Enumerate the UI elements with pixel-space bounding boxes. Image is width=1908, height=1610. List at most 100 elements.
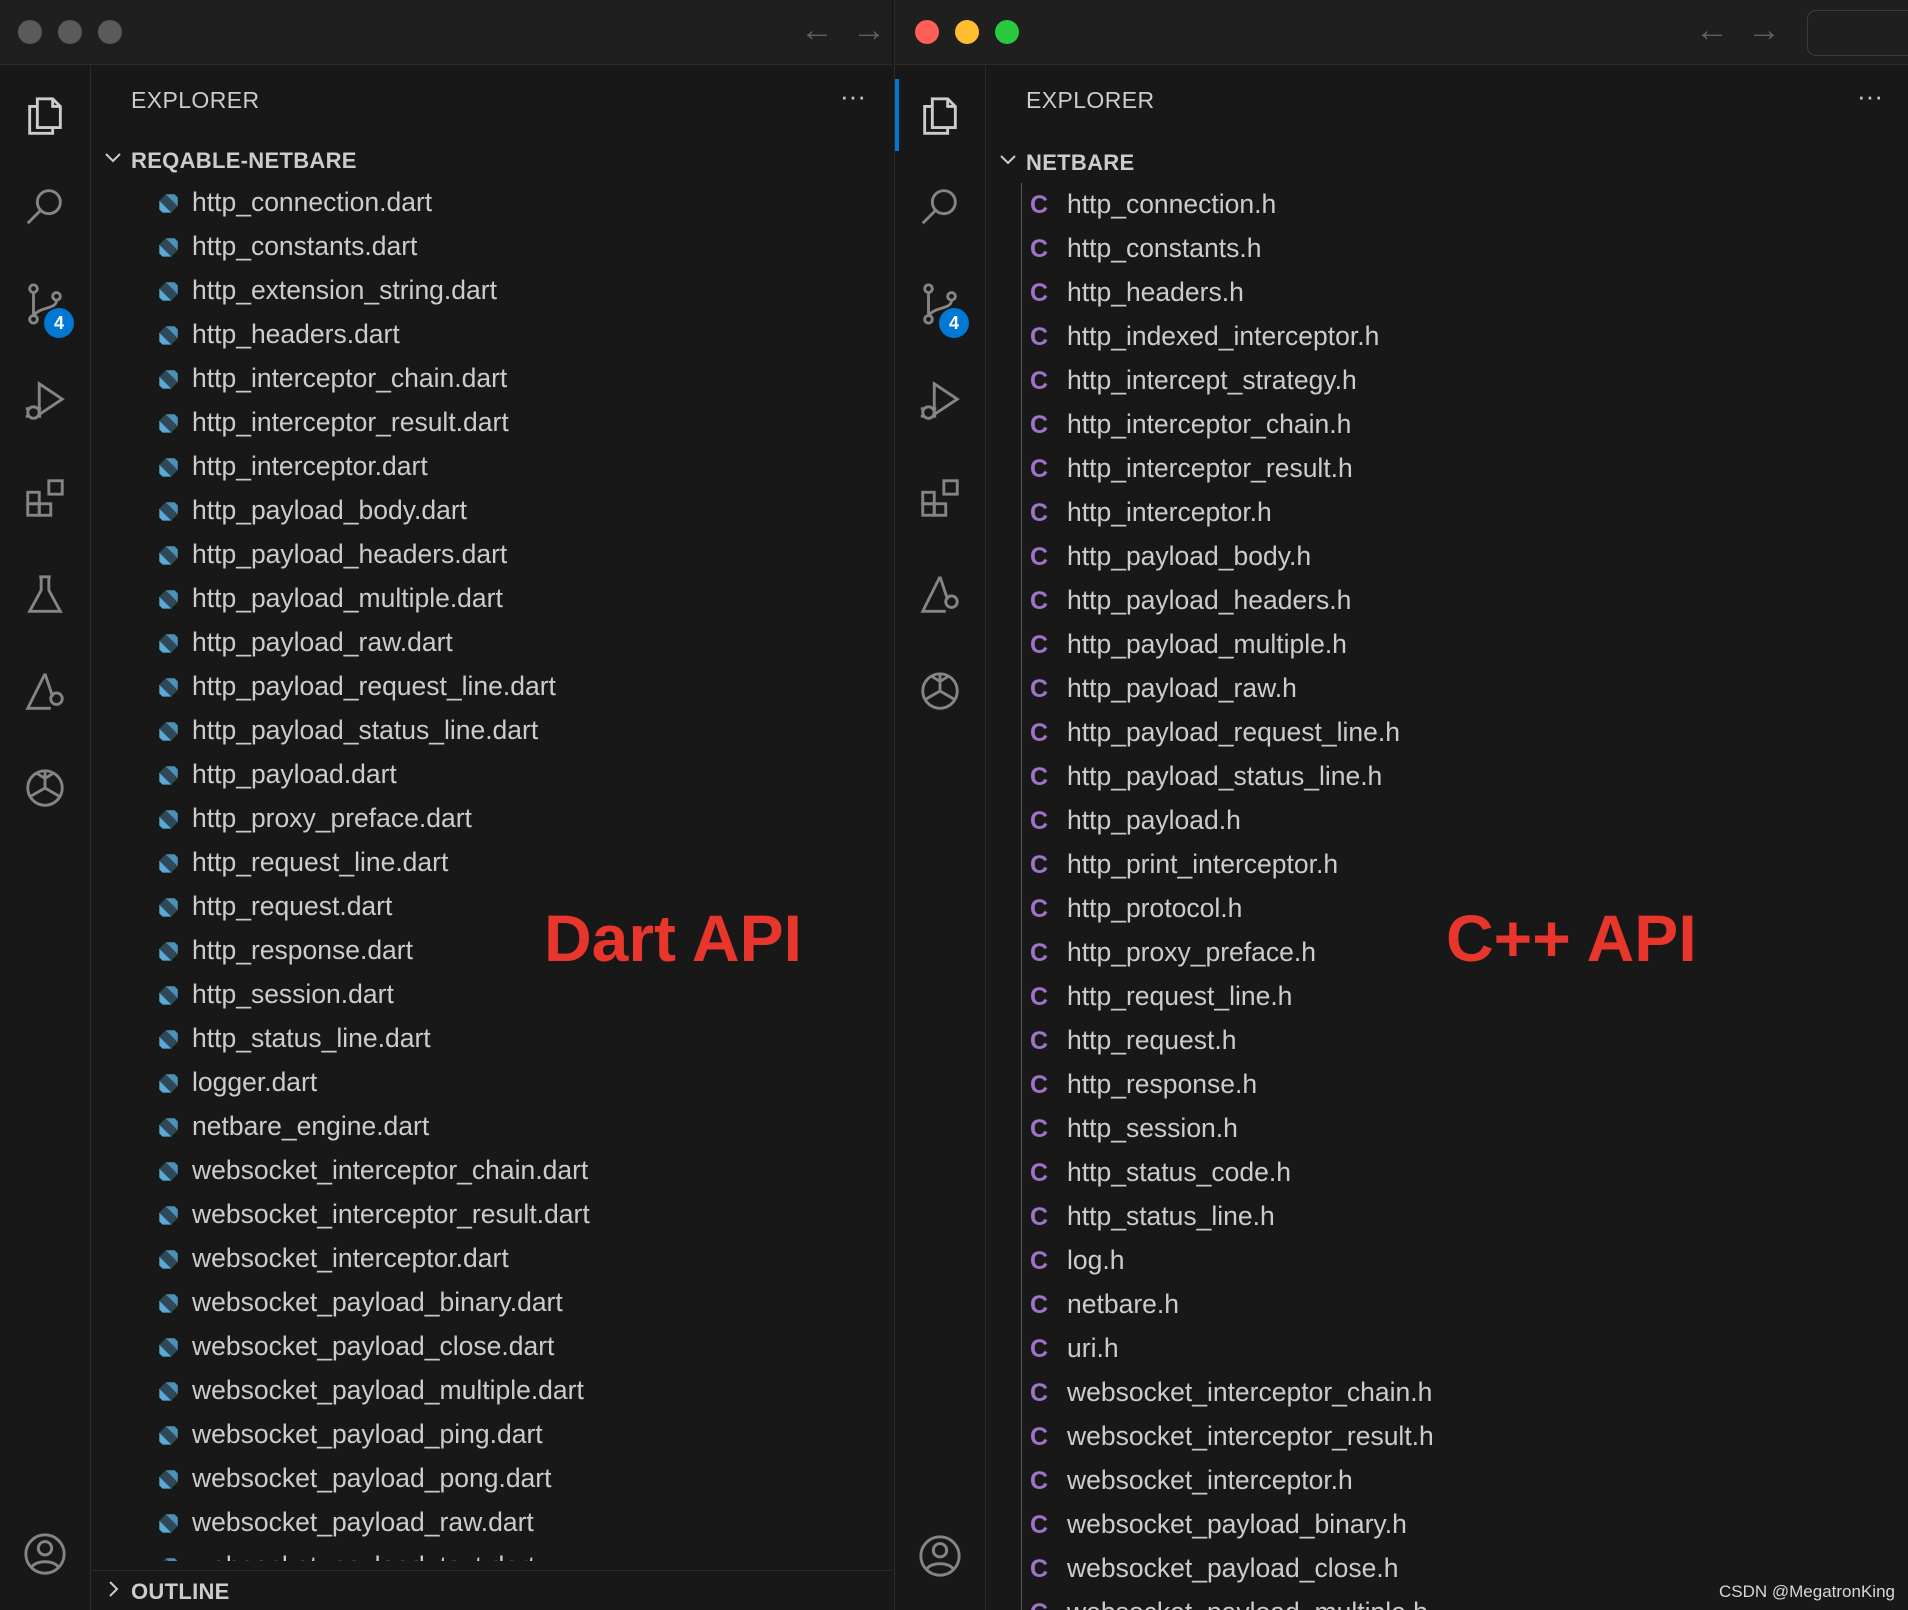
file-item[interactable]: Cwebsocket_interceptor_chain.h: [986, 1371, 1908, 1415]
file-item[interactable]: http_payload_headers.dart: [91, 533, 892, 577]
explorer-activity-button[interactable]: [0, 75, 90, 155]
file-item[interactable]: websocket_interceptor_chain.dart: [91, 1149, 892, 1193]
explorer-activity-button[interactable]: [895, 75, 985, 155]
file-item[interactable]: http_interceptor_result.dart: [91, 401, 892, 445]
minimize-window-button[interactable]: [955, 20, 979, 44]
extensions-activity-button[interactable]: [0, 457, 90, 537]
command-center[interactable]: [1807, 10, 1908, 56]
file-item[interactable]: websocket_payload_ping.dart: [91, 1413, 892, 1457]
file-item[interactable]: http_extension_string.dart: [91, 269, 892, 313]
dart-icon: [159, 238, 178, 257]
file-item[interactable]: Chttp_interceptor_result.h: [986, 447, 1908, 491]
file-item[interactable]: Cnetbare.h: [986, 1283, 1908, 1327]
extensions-activity-button[interactable]: [895, 457, 985, 537]
file-item[interactable]: Clog.h: [986, 1239, 1908, 1283]
search-activity-button[interactable]: [0, 165, 90, 245]
chatgpt-activity-button[interactable]: [895, 650, 985, 730]
file-item[interactable]: http_status_line.dart: [91, 1017, 892, 1061]
file-item[interactable]: Chttp_payload_raw.h: [986, 667, 1908, 711]
copilot-activity-button[interactable]: [0, 650, 90, 730]
file-item[interactable]: http_interceptor.dart: [91, 445, 892, 489]
file-item[interactable]: Chttp_interceptor.h: [986, 491, 1908, 535]
more-actions-icon[interactable]: ···: [840, 81, 866, 112]
file-item[interactable]: Chttp_request.h: [986, 1019, 1908, 1063]
arrow-left-icon[interactable]: ←: [1695, 10, 1729, 50]
file-item[interactable]: Cwebsocket_interceptor.h: [986, 1459, 1908, 1503]
file-item[interactable]: http_payload_multiple.dart: [91, 577, 892, 621]
file-name: http_payload_status_line.h: [1067, 761, 1383, 791]
vscode-window-left: ← → 4 EXPLORER ··· REQABLE-NETBARE http_…: [0, 0, 892, 1610]
file-item[interactable]: Chttp_session.h: [986, 1107, 1908, 1151]
file-item[interactable]: Chttp_status_code.h: [986, 1151, 1908, 1195]
file-name: websocket_payload_text.dart: [192, 1551, 535, 1561]
file-item[interactable]: Cwebsocket_payload_binary.h: [986, 1503, 1908, 1547]
close-window-button[interactable]: [915, 20, 939, 44]
file-item[interactable]: netbare_engine.dart: [91, 1105, 892, 1149]
file-item[interactable]: http_payload_body.dart: [91, 489, 892, 533]
maximize-window-button[interactable]: [995, 20, 1019, 44]
file-item[interactable]: websocket_payload_raw.dart: [91, 1501, 892, 1545]
minimize-window-button[interactable]: [58, 20, 82, 44]
file-item[interactable]: Chttp_payload_request_line.h: [986, 711, 1908, 755]
file-item[interactable]: Chttp_request_line.h: [986, 975, 1908, 1019]
file-item[interactable]: Chttp_indexed_interceptor.h: [986, 315, 1908, 359]
run-debug-activity-button[interactable]: [895, 360, 985, 440]
accounts-activity-button[interactable]: [895, 1515, 985, 1595]
file-item[interactable]: Cwebsocket_interceptor_result.h: [986, 1415, 1908, 1459]
file-item[interactable]: websocket_payload_multiple.dart: [91, 1369, 892, 1413]
file-item[interactable]: http_proxy_preface.dart: [91, 797, 892, 841]
cpp-api-annotation: C++ API: [1446, 901, 1697, 975]
file-item[interactable]: http_request_line.dart: [91, 841, 892, 885]
file-item[interactable]: http_constants.dart: [91, 225, 892, 269]
search-activity-button[interactable]: [895, 165, 985, 245]
arrow-right-icon[interactable]: →: [852, 10, 886, 50]
source-control-activity-button[interactable]: 4: [895, 263, 985, 343]
file-item[interactable]: Chttp_payload_status_line.h: [986, 755, 1908, 799]
chatgpt-activity-button[interactable]: [0, 747, 90, 827]
file-item[interactable]: Chttp_payload_headers.h: [986, 579, 1908, 623]
file-item[interactable]: http_headers.dart: [91, 313, 892, 357]
arrow-left-icon[interactable]: ←: [800, 10, 834, 50]
file-item[interactable]: Chttp_payload.h: [986, 799, 1908, 843]
file-item[interactable]: logger.dart: [91, 1061, 892, 1105]
file-name: http_connection.dart: [192, 187, 433, 217]
file-item[interactable]: http_payload_status_line.dart: [91, 709, 892, 753]
file-item[interactable]: Chttp_headers.h: [986, 271, 1908, 315]
arrow-right-icon[interactable]: →: [1747, 10, 1781, 50]
file-item[interactable]: Chttp_response.h: [986, 1063, 1908, 1107]
file-item[interactable]: Chttp_connection.h: [986, 183, 1908, 227]
file-item[interactable]: Chttp_print_interceptor.h: [986, 843, 1908, 887]
file-item[interactable]: Chttp_payload_body.h: [986, 535, 1908, 579]
copilot-activity-button[interactable]: [895, 553, 985, 633]
file-item[interactable]: Chttp_status_line.h: [986, 1195, 1908, 1239]
folder-section-header[interactable]: NETBARE: [986, 142, 1908, 182]
file-item[interactable]: websocket_payload_pong.dart: [91, 1457, 892, 1501]
file-item[interactable]: http_connection.dart: [91, 181, 892, 225]
file-item[interactable]: http_payload_request_line.dart: [91, 665, 892, 709]
folder-section-header[interactable]: REQABLE-NETBARE: [91, 140, 892, 180]
file-item[interactable]: Chttp_interceptor_chain.h: [986, 403, 1908, 447]
run-debug-activity-button[interactable]: [0, 360, 90, 440]
close-window-button[interactable]: [18, 20, 42, 44]
accounts-activity-button[interactable]: [0, 1513, 90, 1593]
file-item[interactable]: http_session.dart: [91, 973, 892, 1017]
file-item[interactable]: Chttp_constants.h: [986, 227, 1908, 271]
file-item[interactable]: websocket_interceptor.dart: [91, 1237, 892, 1281]
more-actions-icon[interactable]: ···: [1857, 81, 1883, 112]
outline-section-header[interactable]: OUTLINE: [91, 1570, 892, 1610]
maximize-window-button[interactable]: [98, 20, 122, 44]
file-item[interactable]: Curi.h: [986, 1327, 1908, 1371]
file-item[interactable]: websocket_payload_close.dart: [91, 1325, 892, 1369]
file-item[interactable]: http_payload_raw.dart: [91, 621, 892, 665]
file-item[interactable]: websocket_interceptor_result.dart: [91, 1193, 892, 1237]
file-item[interactable]: http_payload.dart: [91, 753, 892, 797]
source-control-activity-button[interactable]: 4: [0, 263, 90, 343]
file-name: http_session.h: [1067, 1113, 1238, 1143]
file-item[interactable]: Chttp_intercept_strategy.h: [986, 359, 1908, 403]
testing-activity-button[interactable]: [0, 553, 90, 633]
file-item[interactable]: Chttp_payload_multiple.h: [986, 623, 1908, 667]
file-item[interactable]: http_interceptor_chain.dart: [91, 357, 892, 401]
file-item[interactable]: websocket_payload_binary.dart: [91, 1281, 892, 1325]
file-item[interactable]: websocket_payload_text.dart: [91, 1545, 892, 1561]
file-name: http_constants.h: [1067, 233, 1262, 263]
